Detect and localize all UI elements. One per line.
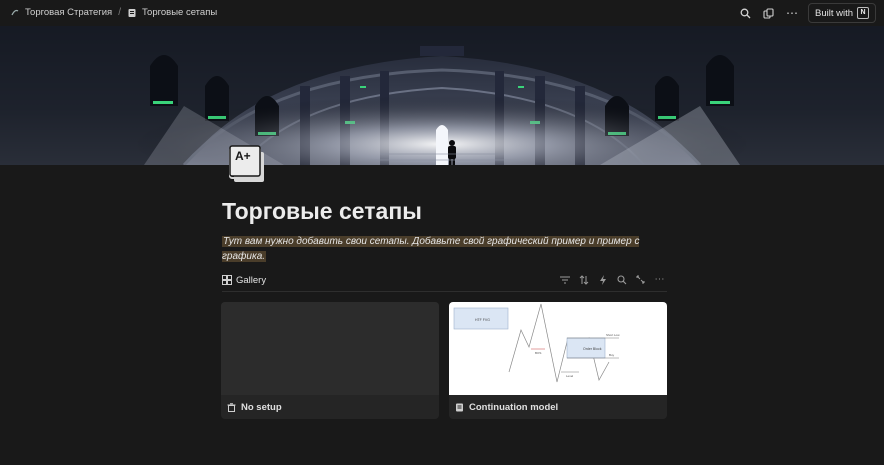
automation-icon[interactable]: [597, 273, 608, 286]
view-bar: Gallery ⋯: [222, 271, 667, 289]
more-icon[interactable]: ⋯: [785, 6, 799, 20]
breadcrumb: Торговая Стратегия / Торговые сетапы: [10, 7, 217, 18]
page-icon: [127, 8, 137, 18]
card-title: Continuation model: [455, 402, 558, 413]
card-preview: [221, 302, 439, 395]
setup-diagram: HTF FVG Order Block Short Low Buy BOS Le…: [453, 303, 620, 383]
card-title: No setup: [227, 402, 282, 413]
trash-icon: [227, 403, 236, 412]
expand-icon[interactable]: [635, 273, 646, 286]
card-title-text: No setup: [241, 402, 282, 413]
page-icon: [455, 403, 464, 412]
tab-gallery-label: Gallery: [236, 274, 267, 286]
top-bar: Торговая Стратегия / Торговые сетапы ⋯ B…: [0, 0, 884, 25]
page-description: Тут вам нужно добавить свои сетапы. Доба…: [222, 234, 652, 264]
breadcrumb-parent[interactable]: Торговая Стратегия: [25, 7, 112, 18]
view-tools: ⋯: [559, 273, 665, 286]
box-label-ob: Order Block: [583, 347, 602, 351]
search-icon[interactable]: [616, 273, 627, 286]
card-title-text: Continuation model: [469, 402, 559, 413]
gallery-card[interactable]: HTF FVG Order Block Short Low Buy BOS Le…: [449, 302, 667, 419]
label-low: Buy: [609, 353, 615, 357]
card-preview-chart: HTF FVG Order Block Short Low Buy BOS Le…: [449, 302, 667, 395]
top-actions: ⋯ Built with N: [739, 3, 876, 23]
more-icon[interactable]: ⋯: [654, 273, 665, 286]
cover-image: [0, 26, 884, 165]
breadcrumb-separator: /: [118, 7, 121, 18]
breadcrumb-current[interactable]: Торговые сетапы: [142, 7, 217, 18]
notion-logo-icon: N: [857, 7, 869, 19]
filter-icon[interactable]: [559, 273, 570, 286]
duplicate-icon[interactable]: [762, 6, 776, 20]
label-a: BOS: [535, 351, 541, 355]
page-title: Торговые сетапы: [222, 198, 422, 224]
built-with-label: Built with: [814, 7, 853, 19]
page-description-text: Тут вам нужно добавить свои сетапы. Доба…: [222, 236, 640, 262]
divider: [222, 291, 667, 292]
tab-gallery[interactable]: Gallery: [222, 275, 266, 286]
workspace-icon: [10, 8, 20, 18]
built-with-button[interactable]: Built with N: [807, 3, 876, 23]
gallery-card[interactable]: No setup: [221, 302, 439, 419]
page-icon-text: A+: [235, 149, 251, 163]
box-label-htf: HTF FVG: [475, 318, 490, 322]
label-b: Level: [566, 374, 574, 378]
search-icon[interactable]: [739, 6, 753, 20]
page-icon-large[interactable]: A+: [226, 144, 268, 184]
gallery-icon: [222, 275, 232, 285]
label-high: Short Low: [606, 333, 620, 337]
sort-icon[interactable]: [578, 273, 589, 286]
